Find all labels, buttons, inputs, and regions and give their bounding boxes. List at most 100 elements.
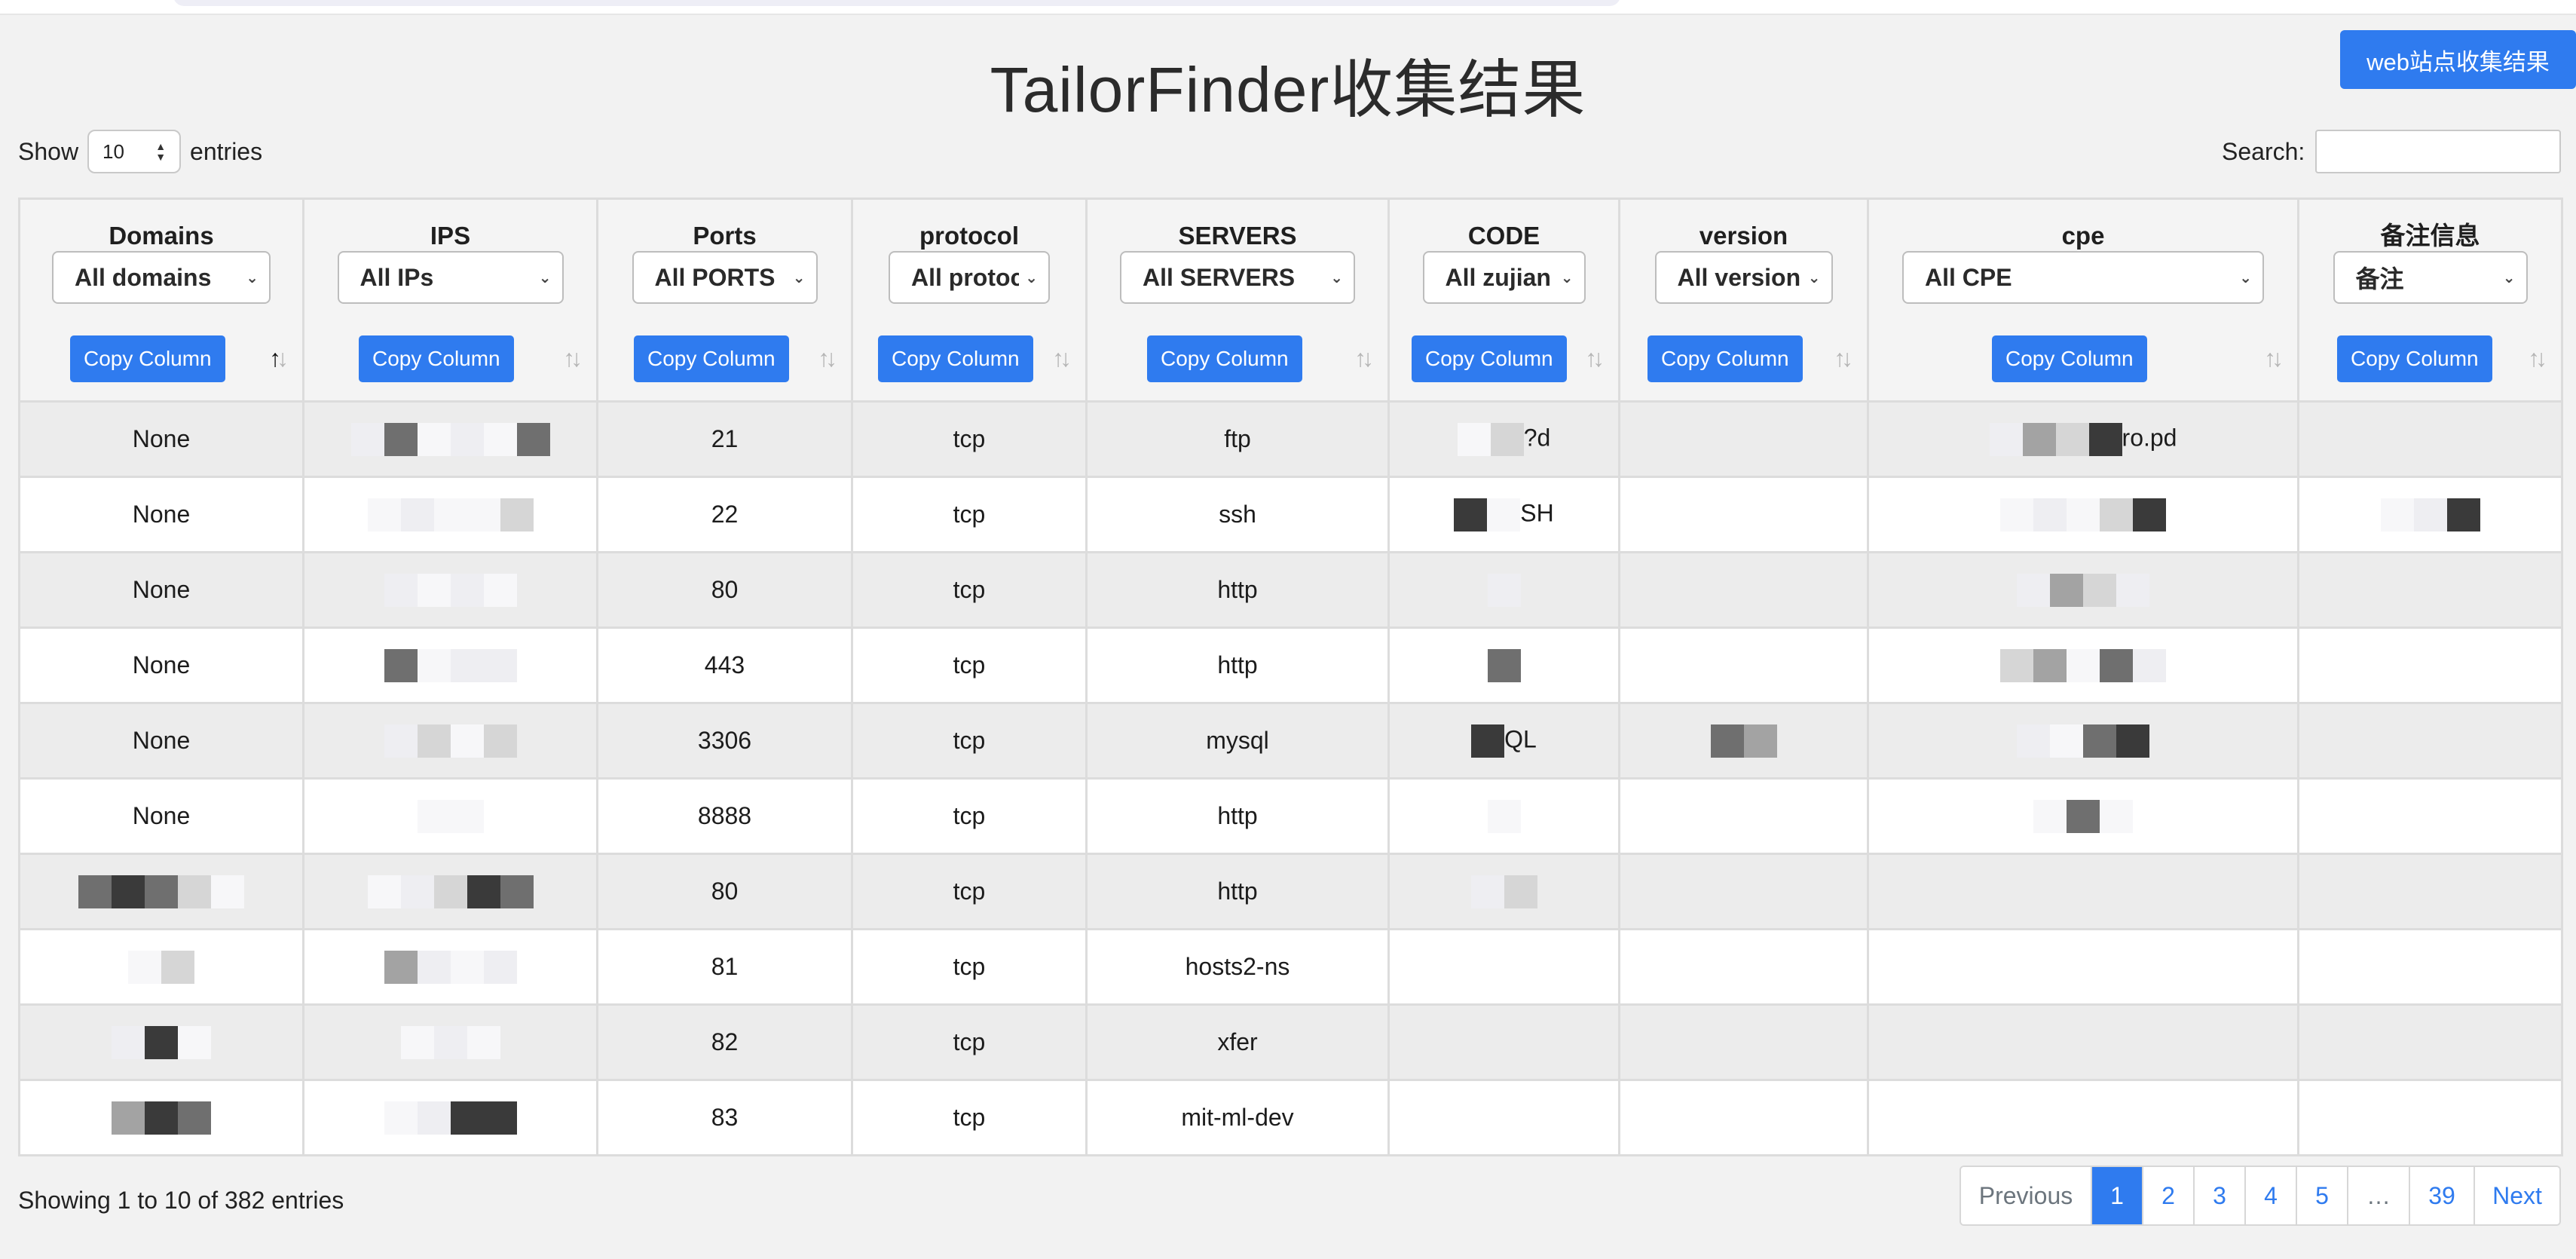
- code-cell: [1387, 853, 1620, 930]
- page-39-button[interactable]: 39: [2410, 1167, 2475, 1224]
- code-cell: [1387, 1079, 1620, 1156]
- table-info: Showing 1 to 10 of 382 entries: [18, 1187, 344, 1214]
- entries-select[interactable]: 10 ▲ ▼: [87, 130, 182, 173]
- copy-column-button[interactable]: Copy Column: [1647, 335, 1803, 382]
- code-cell: ?d: [1387, 400, 1620, 478]
- copy-column-button[interactable]: Copy Column: [878, 335, 1033, 382]
- version-cell: [1618, 1003, 1869, 1081]
- copy-column-button[interactable]: Copy Column: [359, 335, 514, 382]
- next-button[interactable]: Next: [2475, 1167, 2559, 1224]
- copy-column-button[interactable]: Copy Column: [1992, 335, 2147, 382]
- filter-ports-select[interactable]: All PORTS ⌄: [632, 251, 818, 304]
- filter-value: All zujian: [1445, 263, 1551, 291]
- copy-column-button[interactable]: Copy Column: [1412, 335, 1567, 382]
- notes-cell: [2297, 928, 2563, 1006]
- protocol-cell: tcp: [851, 1003, 1088, 1081]
- code-cell: QL: [1387, 702, 1620, 780]
- sort-icon[interactable]: ↑↓: [1045, 342, 1075, 375]
- filter-value: 备注: [2355, 265, 2404, 293]
- server-cell: http: [1085, 626, 1390, 704]
- port-cell: 3306: [596, 702, 853, 780]
- domain-cell: None: [18, 702, 304, 780]
- domain-cell-redacted: [18, 928, 304, 1006]
- col-title: protocol: [919, 222, 1019, 250]
- server-cell: http: [1085, 551, 1390, 629]
- col-title: IPS: [430, 222, 471, 250]
- page-2-button[interactable]: 2: [2143, 1167, 2195, 1224]
- search-input[interactable]: [2315, 130, 2562, 173]
- domain-cell: None: [18, 400, 304, 478]
- updown-icon: ▲ ▼: [155, 140, 167, 163]
- page-5-button[interactable]: 5: [2297, 1167, 2348, 1224]
- sort-icon[interactable]: ↑↓: [1577, 342, 1608, 375]
- filter-protocol-select[interactable]: All protoc ⌄: [889, 251, 1050, 304]
- ip-cell-redacted: [302, 1003, 598, 1081]
- protocol-cell: tcp: [851, 476, 1088, 553]
- col-header-ports: Ports All PORTS ⌄ Copy Column ↑↓: [596, 198, 853, 403]
- sort-icon[interactable]: ↑↓: [810, 342, 840, 375]
- results-table: Domains All domains ⌄ Copy Column ↑↓ IPS …: [18, 198, 2563, 1156]
- page-4-button[interactable]: 4: [2246, 1167, 2297, 1224]
- sort-icon[interactable]: ↑↓: [1347, 342, 1377, 375]
- sort-icon[interactable]: ↑↓: [555, 342, 586, 375]
- version-cell: [1618, 1079, 1869, 1156]
- chevron-down-icon: ⌄: [1330, 269, 1343, 286]
- notes-cell: [2297, 777, 2563, 855]
- ip-cell-redacted: [302, 1079, 598, 1156]
- sort-icon[interactable]: ↑↓: [2256, 342, 2287, 375]
- copy-column-button[interactable]: Copy Column: [2337, 335, 2492, 382]
- filter-servers-select[interactable]: All SERVERS ⌄: [1120, 251, 1355, 304]
- filter-code-select[interactable]: All zujian ⌄: [1422, 251, 1586, 304]
- protocol-cell: tcp: [851, 702, 1088, 780]
- col-header-notes: 备注信息 备注 ⌄ Copy Column ↑↓: [2297, 198, 2563, 403]
- copy-column-button[interactable]: Copy Column: [634, 335, 789, 382]
- table-row: None 3306 tcp mysql QL: [18, 702, 2563, 780]
- version-cell: [1618, 400, 1869, 478]
- port-cell: 443: [596, 626, 853, 704]
- chevron-down-icon: ⌄: [1807, 269, 1821, 286]
- port-cell: 21: [596, 400, 853, 478]
- copy-column-button[interactable]: Copy Column: [1147, 335, 1302, 382]
- code-cell: [1387, 928, 1620, 1006]
- version-cell: [1618, 777, 1869, 855]
- cpe-cell: [1867, 928, 2299, 1006]
- filter-cpe-select[interactable]: All CPE ⌄: [1902, 251, 2264, 304]
- protocol-cell: tcp: [851, 853, 1088, 930]
- ip-cell-redacted: [302, 476, 598, 553]
- col-header-domains: Domains All domains ⌄ Copy Column ↑↓: [18, 198, 304, 403]
- col-header-protocol: protocol All protoc ⌄ Copy Column ↑↓: [851, 198, 1088, 403]
- entries-value: 10: [102, 139, 124, 163]
- show-entries-control: Show 10 ▲ ▼ entries: [18, 128, 262, 175]
- filter-notes-select[interactable]: 备注 ⌄: [2333, 251, 2528, 304]
- sort-icon[interactable]: ↑↓: [2520, 342, 2550, 375]
- chevron-down-icon: ⌄: [246, 269, 259, 286]
- code-cell: [1387, 777, 1620, 855]
- copy-column-button[interactable]: Copy Column: [70, 335, 225, 382]
- chevron-down-icon: ⌄: [1560, 269, 1574, 286]
- page-1-button[interactable]: 1: [2092, 1167, 2143, 1224]
- version-cell: [1618, 476, 1869, 553]
- notes-cell: [2297, 400, 2563, 478]
- domain-cell: None: [18, 476, 304, 553]
- filter-version-select[interactable]: All version ⌄: [1654, 251, 1833, 304]
- port-cell: 8888: [596, 777, 853, 855]
- web-results-button[interactable]: web站点收集结果: [2340, 30, 2576, 89]
- header-row: Domains All domains ⌄ Copy Column ↑↓ IPS …: [18, 198, 2563, 403]
- ip-cell-redacted: [302, 551, 598, 629]
- sort-icon[interactable]: ↑↓: [262, 342, 292, 375]
- col-title: CODE: [1467, 222, 1540, 250]
- table-row: 83 tcp mit-ml-dev: [18, 1079, 2563, 1156]
- filter-ips-select[interactable]: All IPs ⌄: [337, 251, 564, 304]
- previous-button[interactable]: Previous: [1961, 1167, 2092, 1224]
- ip-cell-redacted: [302, 777, 598, 855]
- search-control: Search:: [2222, 128, 2562, 175]
- filter-domains-select[interactable]: All domains ⌄: [52, 251, 271, 304]
- code-cell: [1387, 1003, 1620, 1081]
- server-cell: ftp: [1085, 400, 1390, 478]
- port-cell: 83: [596, 1079, 853, 1156]
- cpe-cell: [1867, 1003, 2299, 1081]
- domain-cell: None: [18, 551, 304, 629]
- version-cell: [1618, 551, 1869, 629]
- sort-icon[interactable]: ↑↓: [1826, 342, 1856, 375]
- page-3-button[interactable]: 3: [2195, 1167, 2246, 1224]
